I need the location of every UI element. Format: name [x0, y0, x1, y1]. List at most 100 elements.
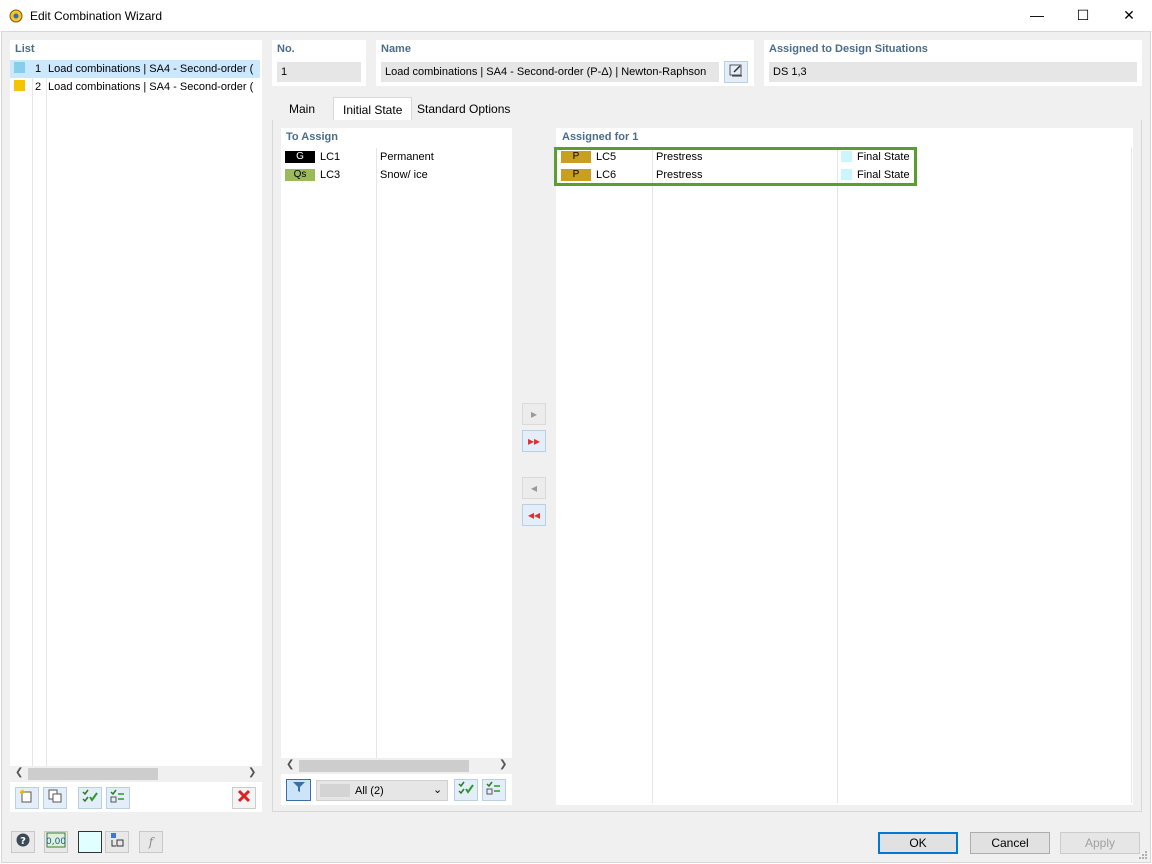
invert-selection-icon	[110, 789, 124, 803]
ok-button[interactable]: OK	[878, 832, 958, 854]
state-swatch	[841, 169, 852, 180]
svg-text:0,00: 0,00	[46, 837, 66, 847]
to-assign-scrollbar[interactable]: ❮ ❯	[281, 758, 512, 774]
copy-item-button[interactable]	[43, 787, 67, 809]
help-icon: ?	[16, 833, 30, 847]
filter-color-swatch	[320, 784, 350, 797]
design-situations-panel: Assigned to Design Situations DS 1,3	[764, 40, 1142, 86]
to-assign-header: To Assign	[286, 131, 338, 143]
assigned-col-divider-3	[1131, 148, 1132, 803]
check-all-icon	[82, 789, 98, 803]
resize-grip-icon	[1139, 851, 1147, 859]
filter-value: All (2)	[355, 785, 384, 797]
no-panel: No. 1	[272, 40, 366, 86]
assign-object-button[interactable]	[105, 831, 129, 853]
formula-button[interactable]: f	[139, 831, 163, 853]
lc-description: Permanent	[380, 151, 434, 163]
lc-description: Prestress	[656, 151, 703, 163]
lc-description: Prestress	[656, 169, 703, 181]
delete-icon	[237, 789, 251, 803]
color-swatch	[14, 62, 25, 73]
lc-state: Final State	[857, 169, 910, 181]
unassign-all-button[interactable]: ◂◂	[522, 504, 546, 526]
double-arrow-right-icon: ▸▸	[527, 434, 541, 448]
svg-text:?: ?	[20, 836, 26, 847]
filter-button[interactable]	[286, 779, 311, 801]
cancel-button[interactable]: Cancel	[970, 832, 1050, 854]
arrow-right-icon: ▸	[530, 407, 538, 421]
chevron-down-icon: ⌄	[433, 784, 443, 796]
lc-state: Final State	[857, 151, 910, 163]
invert-selection-button[interactable]	[106, 787, 130, 809]
check-all-button[interactable]	[454, 779, 478, 801]
state-swatch	[841, 151, 852, 162]
no-field[interactable]: 1	[277, 62, 361, 82]
minimize-button[interactable]: —	[1014, 0, 1060, 30]
scroll-right-icon[interactable]: ❯	[248, 767, 256, 778]
maximize-button[interactable]: ☐	[1060, 0, 1106, 30]
copy-icon	[48, 789, 62, 803]
list-item[interactable]: P LC5 Prestress Final State	[560, 148, 916, 166]
list-col-divider-2	[46, 60, 47, 778]
lc-id: LC1	[320, 151, 341, 163]
lc-id: LC3	[320, 169, 341, 181]
formula-icon: f	[148, 835, 154, 849]
tab-standard-options[interactable]: Standard Options	[408, 97, 519, 121]
no-label: No.	[277, 43, 295, 55]
object-icon	[111, 833, 124, 847]
invert-selection-icon	[486, 781, 500, 795]
close-window-button[interactable]: ✕	[1106, 0, 1152, 30]
color-button[interactable]	[78, 831, 102, 853]
delete-button[interactable]	[232, 787, 256, 809]
list-item[interactable]: P LC6 Prestress Final State	[560, 166, 916, 184]
list-item-no: 2	[35, 81, 42, 93]
scroll-right-icon[interactable]: ❯	[499, 759, 507, 770]
decimal-places-icon: 0,00	[46, 832, 66, 848]
load-type-badge: P	[561, 169, 591, 181]
scroll-thumb[interactable]	[28, 768, 158, 780]
list-item[interactable]: G LC1 Permanent	[285, 148, 507, 166]
design-situations-field[interactable]: DS 1,3	[769, 62, 1137, 82]
app-icon	[8, 7, 24, 23]
double-arrow-left-icon: ◂◂	[527, 508, 541, 522]
name-label: Name	[381, 43, 411, 55]
assigned-panel: Assigned for 1 P LC5 Prestress Final Sta…	[554, 128, 1133, 805]
to-assign-col-divider	[376, 148, 377, 758]
assigned-col-divider	[652, 148, 653, 803]
check-all-button[interactable]	[78, 787, 102, 809]
scroll-thumb[interactable]	[299, 760, 469, 772]
scroll-left-icon[interactable]: ❮	[15, 767, 23, 778]
name-field[interactable]: Load combinations | SA4 - Second-order (…	[381, 62, 719, 82]
units-button[interactable]: 0,00	[44, 831, 68, 853]
filter-dropdown[interactable]: All (2) ⌄	[316, 780, 448, 801]
resize-grip[interactable]	[1138, 850, 1148, 860]
design-situations-label: Assigned to Design Situations	[769, 43, 928, 55]
title-bar: Edit Combination Wizard — ☐ ✕	[0, 0, 1152, 32]
list-header: List	[15, 43, 35, 55]
window-title: Edit Combination Wizard	[30, 9, 163, 23]
list-item[interactable]: 2 Load combinations | SA4 - Second-order…	[10, 78, 260, 96]
list-item-no: 1	[35, 63, 42, 75]
list-item[interactable]: 1 Load combinations | SA4 - Second-order…	[10, 60, 260, 78]
edit-name-button[interactable]	[724, 61, 748, 83]
invert-selection-button[interactable]	[482, 779, 506, 801]
arrow-left-icon: ◂	[530, 481, 538, 495]
filter-icon	[292, 782, 305, 792]
list-panel: List 1 Load combinations | SA4 - Second-…	[10, 40, 262, 812]
list-col-divider	[32, 60, 33, 778]
assign-all-button[interactable]: ▸▸	[522, 430, 546, 452]
assign-selected-button[interactable]: ▸	[522, 403, 546, 425]
lc-id: LC6	[596, 169, 617, 181]
new-item-button[interactable]	[15, 787, 39, 809]
unassign-selected-button[interactable]: ◂	[522, 477, 546, 499]
edit-pencil-icon	[729, 64, 742, 77]
load-type-badge: P	[561, 151, 591, 163]
apply-button[interactable]: Apply	[1060, 832, 1140, 854]
help-button[interactable]: ?	[11, 831, 35, 853]
tab-main[interactable]: Main	[280, 97, 324, 121]
check-all-icon	[458, 781, 474, 795]
list-item[interactable]: Qs LC3 Snow/ ice	[285, 166, 507, 184]
tab-initial-state[interactable]: Initial State	[333, 97, 413, 121]
scroll-left-icon[interactable]: ❮	[286, 759, 294, 770]
list-scrollbar[interactable]: ❮ ❯	[10, 766, 262, 782]
